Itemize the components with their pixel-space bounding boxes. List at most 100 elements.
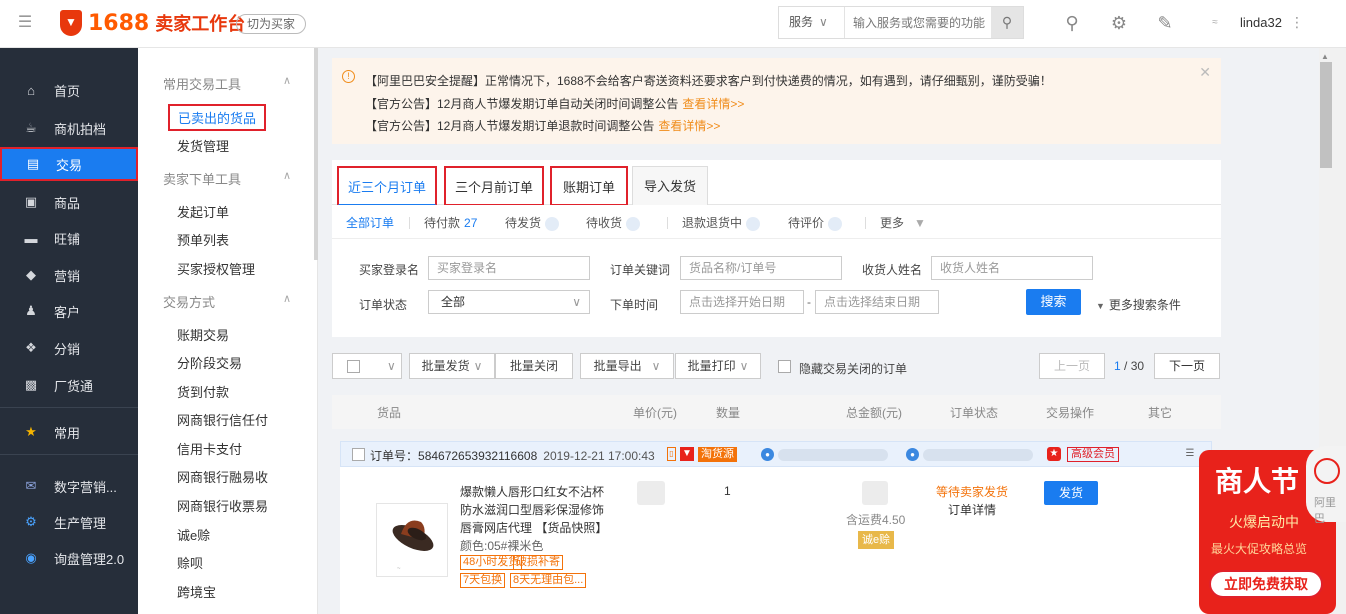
chat-icon[interactable]: ● bbox=[761, 448, 774, 461]
status-pending-receive[interactable]: 待收货 bbox=[586, 214, 641, 231]
status-pending-review[interactable]: 待评价 bbox=[788, 214, 843, 231]
subnav-group-order-tools[interactable]: 卖家下单工具 ∧ bbox=[163, 169, 291, 188]
brand-logo[interactable]: ▼ 1688 卖家工作台 bbox=[60, 10, 245, 36]
location-icon[interactable]: ⚲ bbox=[1061, 12, 1083, 34]
subnav-link-buyer-auth[interactable]: 买家授权管理 bbox=[177, 259, 255, 278]
subnav-link-shebei[interactable]: 赊呗 bbox=[177, 553, 203, 572]
status-select[interactable]: 全部 ∨ bbox=[428, 290, 590, 314]
next-page-button[interactable]: 下一页 bbox=[1154, 353, 1220, 379]
sidebar-item-business[interactable]: ☕ 商机拍档 bbox=[0, 111, 138, 145]
tab-older-orders[interactable]: 三个月前订单 bbox=[444, 166, 544, 206]
subnav-link-credit-term[interactable]: 账期交易 bbox=[177, 325, 229, 344]
subnav-link-credit-card[interactable]: 信用卡支付 bbox=[177, 439, 242, 458]
scrollbar-thumb[interactable] bbox=[1320, 62, 1332, 168]
search-input[interactable] bbox=[845, 7, 991, 38]
product-image[interactable]: ~ bbox=[376, 503, 448, 577]
tab-credit-orders[interactable]: 账期订单 bbox=[550, 166, 628, 206]
hide-closed-checkbox[interactable] bbox=[778, 360, 791, 373]
subnav-link-cod[interactable]: 货到付款 bbox=[177, 382, 229, 401]
note-icon[interactable]: ☰ bbox=[1183, 447, 1197, 461]
status-pending-pay[interactable]: 待付款 27 bbox=[424, 214, 477, 231]
status-refund[interactable]: 退款退货中 bbox=[682, 214, 761, 231]
order-detail-link[interactable]: 订单详情 bbox=[948, 501, 996, 518]
subnav-group-trade-methods[interactable]: 交易方式 ∧ bbox=[163, 292, 291, 311]
search-button[interactable]: 搜索 bbox=[1026, 289, 1081, 315]
subnav-link-cheng-e[interactable]: 诚e赊 bbox=[177, 525, 210, 544]
status-count-hidden bbox=[828, 216, 843, 231]
search-icon[interactable]: ⚲ bbox=[991, 7, 1023, 38]
shield-logo-icon: ▼ bbox=[60, 10, 82, 36]
tab-recent-orders[interactable]: 近三个月订单 bbox=[337, 166, 437, 206]
subnav-link-shipping[interactable]: 发货管理 bbox=[177, 136, 229, 155]
tab-import-shipping[interactable]: 导入发货 bbox=[632, 166, 708, 206]
ship-button[interactable]: 发货 bbox=[1044, 481, 1098, 505]
more-conditions-toggle[interactable]: ▼ 更多搜索条件 bbox=[1096, 296, 1181, 313]
sidebar-item-inquiry[interactable]: ◉ 询盘管理2.0 bbox=[0, 541, 138, 575]
subnav-link-preorders[interactable]: 预单列表 bbox=[177, 230, 229, 249]
caret-down-icon: ▼ bbox=[1096, 301, 1105, 311]
buyer-input[interactable]: 买家登录名 bbox=[428, 256, 590, 280]
status-more[interactable]: 更多 ▼ bbox=[880, 214, 926, 231]
status-pending-ship[interactable]: 待发货 bbox=[505, 214, 560, 231]
edit-icon[interactable]: ✎ bbox=[1154, 12, 1176, 34]
subnav-group-title: 常用交易工具 bbox=[163, 77, 242, 92]
more-vertical-icon[interactable]: ⋮ bbox=[1290, 14, 1304, 31]
sidebar-item-label: 厂货通 bbox=[54, 378, 94, 394]
service-select[interactable]: 服务 ∨ bbox=[779, 7, 845, 38]
promo-claim-button[interactable]: 立即免费获取 bbox=[1209, 570, 1323, 598]
select-all-checkbox[interactable] bbox=[347, 360, 360, 373]
user-logo-icon[interactable]: ≈ bbox=[1202, 13, 1228, 33]
sidebar-item-goods[interactable]: ▣ 商品 bbox=[0, 185, 138, 219]
switch-to-buyer-button[interactable]: 切为买家 bbox=[236, 14, 307, 34]
subnav-link-easy-receive[interactable]: 网商银行融易收 bbox=[177, 467, 268, 486]
chevron-up-icon: ∧ bbox=[283, 293, 292, 305]
subnav-link-staged[interactable]: 分阶段交易 bbox=[177, 353, 242, 372]
sidebar-item-label: 营销 bbox=[54, 268, 81, 284]
status-all[interactable]: 全部订单 bbox=[346, 214, 394, 231]
order-checkbox[interactable] bbox=[352, 448, 365, 461]
sidebar-item-digital-marketing[interactable]: ✉ 数字营销... bbox=[0, 469, 138, 503]
product-title-link[interactable]: 爆款懒人唇形口红女不沾杯防水滋润口型唇彩保湿修饰唇膏网店代理 【货品快照】 bbox=[460, 483, 610, 537]
order-number-value[interactable]: 584672653932116608 bbox=[418, 449, 537, 463]
promo-mascot[interactable]: 阿里巴 bbox=[1306, 446, 1346, 525]
inquiry-icon: ◉ bbox=[25, 550, 37, 565]
gear-icon[interactable]: ⚙ bbox=[1108, 12, 1130, 34]
scroll-up-icon[interactable]: ▲ bbox=[1321, 52, 1329, 61]
sidebar-item-factory[interactable]: ▩ 厂货通 bbox=[0, 368, 138, 402]
select-all-dropdown[interactable]: ∨ bbox=[332, 353, 402, 379]
star-icon: ★ bbox=[25, 424, 37, 439]
subnav-link-trust-pay[interactable]: 网商银行信任付 bbox=[177, 410, 268, 429]
batch-export-button[interactable]: 批量导出 ∨ bbox=[580, 353, 674, 379]
start-date-input[interactable]: 点击选择开始日期 bbox=[680, 290, 804, 314]
prev-page-button[interactable]: 上一页 bbox=[1039, 353, 1105, 379]
subnav-group-common-tools[interactable]: 常用交易工具 ∧ bbox=[163, 74, 291, 93]
sidebar-item-production[interactable]: ⚙ 生产管理 bbox=[0, 505, 138, 539]
status-label: 待付款 bbox=[424, 216, 461, 230]
sidebar-item-customer[interactable]: ♟ 客户 bbox=[0, 294, 138, 328]
notice-detail-link[interactable]: 查看详情>> bbox=[682, 97, 744, 111]
sidebar-item-marketing[interactable]: ◆ 营销 bbox=[0, 258, 138, 292]
notice-detail-link[interactable]: 查看详情>> bbox=[658, 119, 720, 133]
sidebar-item-home[interactable]: ⌂ 首页 bbox=[0, 73, 138, 107]
username[interactable]: linda32 bbox=[1240, 15, 1282, 30]
end-date-input[interactable]: 点击选择结束日期 bbox=[815, 290, 939, 314]
menu-toggle-icon[interactable]: ☰ bbox=[16, 14, 34, 32]
subnav-link-create-order[interactable]: 发起订单 bbox=[177, 202, 229, 221]
subnav-link-bill-receive[interactable]: 网商银行收票易 bbox=[177, 496, 268, 515]
sidebar-item-shop[interactable]: ▬ 旺铺 bbox=[0, 221, 138, 255]
batch-close-button[interactable]: 批量关闭 bbox=[495, 353, 573, 379]
close-icon[interactable]: ✕ bbox=[1199, 64, 1211, 81]
top-bar: ☰ ▼ 1688 卖家工作台 切为买家 服务 ∨ ⚲ ⚲ ⚙ ✎ ≈ linda3… bbox=[0, 0, 1346, 48]
subnav-link-cross-border[interactable]: 跨境宝 bbox=[177, 582, 216, 601]
sidebar-item-common[interactable]: ★ 常用 bbox=[0, 415, 138, 449]
batch-ship-button[interactable]: 批量发货 ∨ bbox=[409, 353, 495, 379]
keyword-input[interactable]: 货品名称/订单号 bbox=[680, 256, 842, 280]
sidebar-item-label: 数字营销... bbox=[54, 479, 117, 495]
receiver-input[interactable]: 收货人姓名 bbox=[931, 256, 1093, 280]
batch-print-button[interactable]: 批量打印 ∨ bbox=[675, 353, 761, 379]
service-tag: 7天包换 bbox=[460, 573, 506, 588]
chat-icon[interactable]: ● bbox=[906, 448, 919, 461]
sidebar-item-distribution[interactable]: ❖ 分销 bbox=[0, 331, 138, 365]
subnav-link-sold-goods[interactable]: 已卖出的货品 bbox=[168, 104, 267, 131]
sidebar-item-trade[interactable]: ▤ 交易 bbox=[0, 147, 138, 181]
